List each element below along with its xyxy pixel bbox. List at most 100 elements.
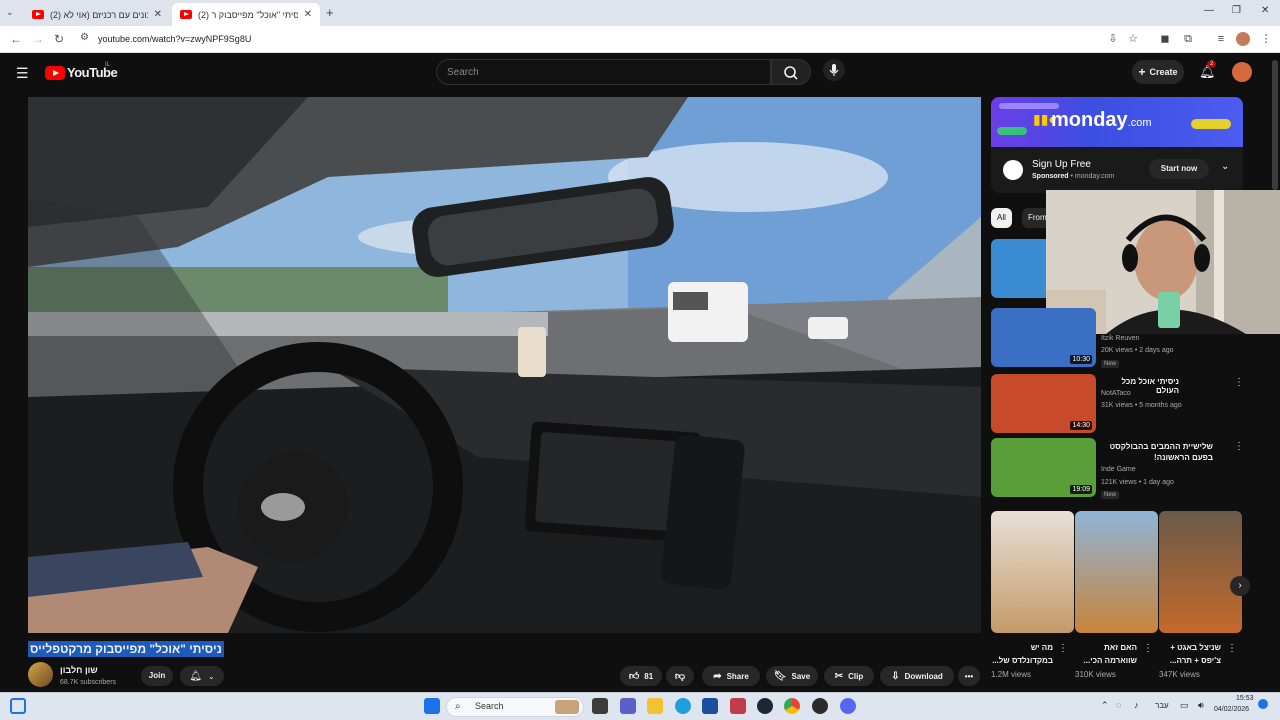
store-icon[interactable] <box>702 698 718 714</box>
recommendation-thumbnail[interactable]: 10:30 <box>991 308 1096 367</box>
recommendation-thumbnail[interactable]: 14:30 <box>991 374 1096 433</box>
steam-icon[interactable] <box>757 698 773 714</box>
short-views: 347K views <box>1159 670 1200 679</box>
edge-icon[interactable] <box>675 698 691 714</box>
ad-title[interactable]: Sign Up Free <box>1032 159 1091 170</box>
tray-volume-icon[interactable]: 🔊︎ <box>1198 700 1204 711</box>
bookmark-icon: 🔖︎ <box>773 670 787 682</box>
short-thumbnail[interactable] <box>991 511 1074 633</box>
tab-close-icon[interactable]: ✕ <box>154 9 162 20</box>
start-now-button[interactable]: Start now <box>1149 159 1209 179</box>
reload-icon[interactable]: ↻ <box>54 32 64 46</box>
puzzle-icon[interactable]: ⧉ <box>1181 32 1195 46</box>
short-title[interactable]: האם זאת שווארמה הכי... <box>1075 641 1137 667</box>
more-options-icon[interactable]: ⋮ <box>1058 643 1068 654</box>
new-tab-button[interactable]: + <box>326 5 334 20</box>
tray-chevron-up-icon[interactable]: ⌃ <box>1101 700 1109 711</box>
task-view-icon[interactable] <box>592 698 608 714</box>
url-field[interactable]: youtube.com/watch?v=zwyNPF9Sg8U <box>98 34 251 44</box>
dislike-button[interactable]: 👎︎ <box>666 666 694 686</box>
ad-banner[interactable]: ▮▮● monday.com <box>991 97 1243 147</box>
tab-search-icon[interactable]: ⌄ <box>6 7 14 18</box>
site-info-icon[interactable]: ⚙ <box>80 32 89 43</box>
more-options-icon[interactable]: ⋮ <box>1143 643 1153 654</box>
menu-dots-icon[interactable]: ⋮ <box>1259 32 1273 46</box>
media-icon[interactable]: ≡ <box>1214 32 1228 46</box>
share-label: Share <box>726 671 749 681</box>
short-thumbnail[interactable] <box>1075 511 1158 633</box>
page-scrollbar[interactable] <box>1272 60 1278 190</box>
close-window-icon[interactable]: ✕ <box>1261 5 1269 16</box>
recommendation-channel[interactable]: Inde Game <box>1101 466 1136 473</box>
start-menu-icon[interactable] <box>424 698 440 714</box>
short-title[interactable]: שניצל באגט + צ'יפס + תרה... <box>1159 641 1221 667</box>
bell-icon: 🔔︎ <box>189 670 202 682</box>
tray-network-icon[interactable]: ▭ <box>1180 700 1189 711</box>
more-options-icon[interactable]: ⋮ <box>1234 377 1244 388</box>
short-title[interactable]: מה יש במקדונלדס של... <box>991 641 1053 667</box>
tab-close-icon[interactable]: ✕ <box>304 9 312 20</box>
channel-name[interactable]: שון חלבון <box>60 665 98 675</box>
input-language[interactable]: עבר <box>1155 701 1169 710</box>
more-options-icon[interactable]: ⋮ <box>1227 643 1237 654</box>
hamburger-menu-icon[interactable]: ☰ <box>16 65 29 82</box>
video-player[interactable] <box>28 97 981 633</box>
file-explorer-icon[interactable] <box>647 698 663 714</box>
channel-avatar[interactable] <box>28 662 53 687</box>
profile-avatar[interactable] <box>1236 32 1250 46</box>
short-thumbnail[interactable] <box>1159 511 1242 633</box>
clock-date[interactable]: 04/02/2026 <box>1214 706 1249 713</box>
shorts-next-chevron-icon[interactable]: › <box>1230 576 1250 596</box>
advertiser-icon <box>1003 160 1023 180</box>
recommendation-channel[interactable]: Itzik Reuven <box>1101 335 1140 342</box>
back-icon[interactable]: ← <box>10 32 22 46</box>
tray-wifi-icon[interactable]: ◌ <box>1116 700 1121 710</box>
recommendation-title[interactable]: שלישיית ההמבים בהבולקסט בפעם הראשונה! <box>1101 441 1213 463</box>
account-avatar[interactable] <box>1232 62 1252 82</box>
like-button[interactable]: 👍︎ 81 <box>620 666 662 686</box>
recommendation-thumbnail[interactable]: 19:09 <box>991 438 1096 497</box>
new-badge: New <box>1101 491 1120 499</box>
subscription-bell-button[interactable]: 🔔︎ ⌄ <box>180 666 224 686</box>
browser-tab[interactable]: (2) מתכונים עם רכניזם (אוי לא ✕ <box>24 3 170 26</box>
clip-button[interactable]: ✂ Clip <box>824 666 874 686</box>
search-button[interactable] <box>771 59 811 85</box>
sponsored-ad-card[interactable]: ▮▮● monday.com Sign Up Free Sponsored • … <box>991 97 1243 193</box>
notification-center-icon[interactable] <box>1258 699 1268 709</box>
more-options-icon[interactable]: ⋮ <box>1234 441 1244 452</box>
share-button[interactable]: ➦ Share <box>702 666 760 686</box>
voice-search-button[interactable] <box>823 59 845 81</box>
widgets-icon[interactable] <box>10 698 26 714</box>
tab-label: (2) מתכונים עם רכניזם (אוי לא <box>50 9 148 20</box>
minimize-icon[interactable]: — <box>1204 5 1214 16</box>
discord-icon[interactable] <box>840 698 856 714</box>
forward-icon[interactable]: → <box>32 32 44 46</box>
bookmark-star-icon[interactable]: ☆ <box>1126 32 1140 46</box>
youtube-logo-icon[interactable] <box>45 66 65 80</box>
extension-icon[interactable]: ◼ <box>1158 32 1172 46</box>
app-icon[interactable] <box>730 698 746 714</box>
browser-tab-active[interactable]: (2) ניסיתי "אוכל" מפייסבוק ר ✕ <box>172 3 320 26</box>
recommendation-channel[interactable]: NotATaco <box>1101 390 1131 397</box>
more-actions-button[interactable]: ••• <box>958 666 980 686</box>
tray-mic-icon[interactable]: ♪ <box>1134 700 1139 710</box>
clock-time[interactable]: 15:53 <box>1236 695 1254 702</box>
ad-decor-bar <box>997 127 1027 135</box>
create-button[interactable]: + Create <box>1132 60 1184 84</box>
download-icon: ⇩ <box>891 670 900 682</box>
install-icon[interactable]: ⇩ <box>1106 32 1120 46</box>
ad-chevron-down-icon[interactable]: ⌄ <box>1221 161 1229 172</box>
recommendation-meta: 31K views • 5 months ago <box>1101 402 1182 409</box>
maximize-icon[interactable]: ❐ <box>1232 5 1241 16</box>
windows-taskbar: ⌕ Search ⌃ ◌ ♪ עבר ▭ 🔊︎ 15:53 04/02/2026 <box>0 692 1280 720</box>
obs-icon[interactable] <box>812 698 828 714</box>
teams-icon[interactable] <box>620 698 636 714</box>
taskbar-search-box[interactable]: ⌕ Search <box>446 697 584 717</box>
save-button[interactable]: 🔖︎ Save <box>766 666 818 686</box>
recommendation-thumbnail[interactable] <box>991 239 1051 298</box>
download-button[interactable]: ⇩ Download <box>880 666 954 686</box>
search-input[interactable]: Search <box>436 59 771 85</box>
chrome-icon[interactable] <box>784 698 800 714</box>
join-button[interactable]: Join <box>141 666 173 686</box>
chip-all[interactable]: All <box>991 208 1012 228</box>
